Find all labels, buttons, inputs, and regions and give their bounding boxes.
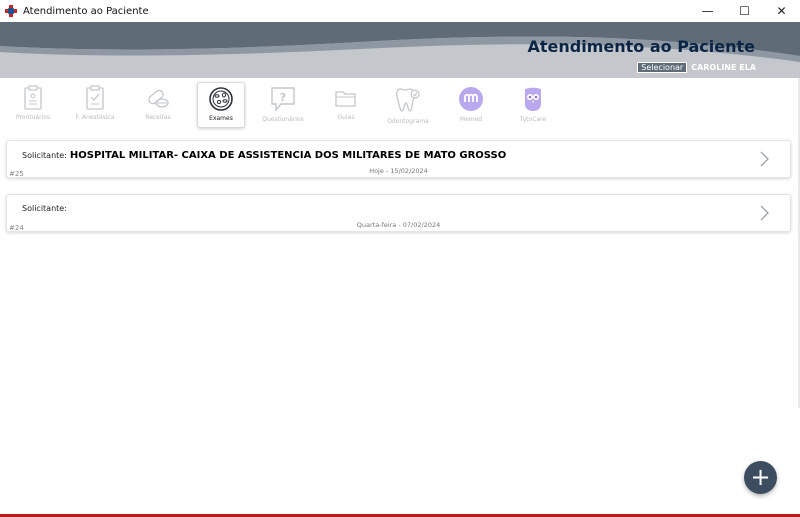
tool-label: TytoCare [519, 116, 547, 123]
tool-receitas[interactable]: Receitas [134, 82, 182, 128]
user-selector: Selecionar CAROLINE ELA [637, 62, 756, 73]
tool-label: Receitas [145, 114, 171, 121]
module-toolbar: Prontuários F. Anestésica Receitas Exame… [0, 80, 800, 130]
chevron-right-icon[interactable] [758, 204, 770, 222]
tooth-icon [396, 88, 420, 112]
tool-exames[interactable]: Exames [197, 82, 245, 128]
tool-label: Exames [209, 115, 233, 122]
clipboard-icon [24, 85, 42, 110]
window-title: Atendimento ao Paciente [23, 5, 149, 17]
maximize-button[interactable]: ☐ [726, 0, 763, 22]
chevron-right-icon[interactable] [758, 150, 770, 168]
exam-card[interactable]: Solicitante: #24 Quarta-feira - 07/02/20… [6, 194, 791, 232]
tool-f-anestesica[interactable]: F. Anestésica [71, 82, 119, 128]
tytocare-icon [525, 87, 541, 111]
exam-date: Hoje - 15/02/2024 [369, 167, 428, 175]
add-exam-button[interactable]: + [744, 461, 777, 494]
memed-icon [459, 87, 483, 111]
tool-prontuarios[interactable]: Prontuários [9, 82, 57, 128]
app-logo-icon [4, 4, 18, 18]
tool-tytocare[interactable]: TytoCare [509, 82, 557, 128]
minimize-button[interactable]: — [689, 0, 726, 22]
tool-questionarios[interactable]: ? Questionários [259, 82, 307, 128]
exam-date: Quarta-feira - 07/02/2024 [356, 221, 441, 229]
exam-card[interactable]: Solicitante: HOSPITAL MILITAR- CAIXA DE … [6, 140, 791, 178]
solicitante-label: Solicitante: [22, 204, 67, 213]
svg-text:?: ? [280, 91, 286, 104]
pills-icon [148, 89, 169, 108]
tool-memed[interactable]: Memed [447, 82, 495, 128]
clipboard-check-icon [86, 85, 104, 110]
plus-icon: + [750, 462, 771, 491]
tool-label: Memed [459, 116, 483, 123]
solicitante-name: HOSPITAL MILITAR- CAIXA DE ASSISTENCIA D… [69, 150, 507, 161]
solicitante-line: Solicitante: HOSPITAL MILITAR- CAIXA DE … [22, 150, 506, 161]
tool-label: Questionários [262, 116, 304, 123]
header-banner: Atendimento ao Paciente Selecionar CAROL… [0, 22, 800, 78]
tool-label: Guias [337, 114, 355, 121]
tool-odontograma[interactable]: Odontograma [384, 82, 432, 128]
close-button[interactable]: ✕ [763, 0, 800, 22]
tool-label: Prontuários [15, 114, 51, 121]
select-user-button[interactable]: Selecionar [637, 62, 688, 73]
user-name: CAROLINE ELA [691, 63, 756, 72]
tool-guias[interactable]: Guias [322, 82, 370, 128]
page-title: Atendimento ao Paciente [527, 37, 756, 56]
petri-dish-icon [209, 87, 233, 111]
question-bubble-icon: ? [271, 87, 295, 112]
window-controls: — ☐ ✕ [689, 0, 800, 22]
app-window: Atendimento ao Paciente — ☐ ✕ Atendiment… [0, 0, 800, 517]
solicitante-label: Solicitante: [22, 151, 67, 160]
solicitante-line: Solicitante: [22, 204, 70, 213]
tool-label: F. Anestésica [75, 114, 115, 121]
title-bar: Atendimento ao Paciente — ☐ ✕ [0, 0, 800, 22]
tool-label: Odontograma [387, 118, 429, 125]
folder-icon [335, 91, 356, 107]
